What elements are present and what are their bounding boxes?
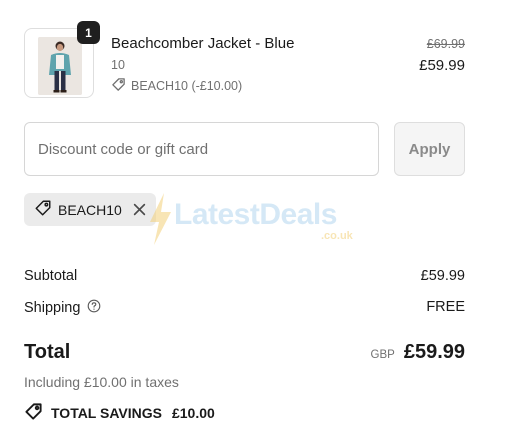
total-amount: GBP £59.99 [371, 341, 465, 364]
shipping-row: Shipping FREE [24, 299, 465, 317]
tag-icon [111, 77, 126, 95]
product-variant: 10 [111, 58, 125, 72]
tag-icon [34, 199, 52, 220]
quantity-badge: 1 [77, 21, 100, 44]
discount-code-input[interactable] [24, 122, 379, 176]
apply-button[interactable]: Apply [394, 122, 465, 176]
product-discount-label: BEACH10 (-£10.00) [131, 79, 243, 93]
shipping-value: FREE [426, 299, 465, 315]
subtotal-row: Subtotal £59.99 [24, 268, 465, 284]
total-value: £59.99 [403, 341, 465, 363]
taxes-note: Including £10.00 in taxes [24, 374, 179, 390]
watermark-text: LatestDeals [174, 198, 337, 231]
watermark-logo: LatestDeals .co.uk [146, 192, 366, 248]
product-discount: BEACH10 (-£10.00) [111, 77, 242, 95]
applied-discount-code: BEACH10 [58, 201, 122, 218]
tag-icon [24, 402, 43, 424]
product-image [38, 37, 82, 95]
subtotal-value: £59.99 [420, 268, 465, 284]
savings-value: £10.00 [171, 405, 215, 421]
product-title: Beachcomber Jacket - Blue [111, 35, 295, 52]
savings-label: TOTAL SAVINGS [51, 405, 162, 421]
total-savings: TOTAL SAVINGS £10.00 [24, 402, 215, 424]
applied-discount-chip: BEACH10 [24, 193, 156, 226]
cart-line-item: 1 Beachcomber Jacket - Blue 10 BEACH10 (… [24, 21, 465, 98]
currency-code: GBP [370, 349, 395, 361]
original-price: £69.99 [426, 37, 465, 51]
shipping-label: Shipping [24, 300, 81, 316]
lightning-bolt-icon [150, 193, 171, 245]
watermark-domain: .co.uk [321, 230, 353, 242]
product-thumbnail-wrapper: 1 [24, 21, 100, 98]
item-price: £59.99 [419, 57, 465, 74]
total-label: Total [24, 341, 71, 363]
subtotal-label: Subtotal [24, 268, 78, 284]
help-circle-icon[interactable] [87, 299, 101, 317]
